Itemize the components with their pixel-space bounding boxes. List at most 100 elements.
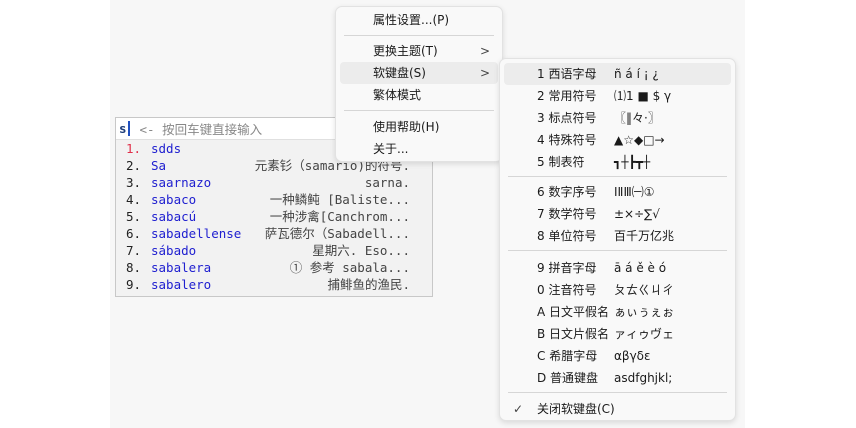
soft-keyboard-sample: ā á ě è ó [614, 261, 667, 275]
soft-keyboard-sample: asdfghjkl; [614, 371, 673, 385]
menu-item-label: 属性设置...(P) [373, 13, 450, 27]
menu-item-traditional[interactable]: 繁体模式 [340, 84, 498, 106]
menu-item-label: 软键盘(S) [373, 66, 426, 80]
soft-keyboard-label: 0 注音符号 [537, 283, 597, 297]
soft-keyboard-label: 8 单位符号 [537, 229, 597, 243]
soft-keyboard-item[interactable]: 2 常用符号 ⑴1 ■ $ γ [504, 85, 731, 107]
candidate-description: 一种涉禽[Canchrom... [269, 209, 410, 224]
menu-item-about[interactable]: 关于... [340, 138, 498, 160]
soft-keyboard-sample: ±×÷∑√ [614, 207, 660, 221]
soft-keyboard-item[interactable]: 1 西语字母 ñ á í ¡ ¿ [504, 63, 731, 85]
soft-keyboard-sample: ▲☆◆□→ [614, 133, 665, 147]
candidate-number: 4. [126, 192, 142, 207]
candidate-item[interactable]: 8. sabalera ① 参考 sabala... [116, 259, 432, 276]
candidate-list: 1. sdds 2. Sa 元素钐（samario)的符号. 3. saarnazo sarn… [116, 140, 432, 293]
candidate-description: 星期六. Eso... [312, 243, 410, 258]
candidate-item[interactable]: 7. sábado 星期六. Eso... [116, 242, 432, 259]
ime-context-menu: 属性设置...(P) 更换主题(T) > 软键盘(S) > 繁体模式 使用帮助(H)… [335, 6, 503, 162]
candidate-number: 7. [126, 243, 142, 258]
soft-keyboard-item[interactable]: 8 单位符号 百千万亿兆 [504, 225, 731, 247]
menu-separator [508, 250, 727, 251]
candidate-number: 5. [126, 209, 142, 224]
candidate-number: 1. [126, 141, 142, 156]
menu-separator [344, 35, 494, 36]
menu-item-label: 繁体模式 [373, 88, 422, 102]
composition-input[interactable]: s [119, 121, 130, 136]
candidate-word: sabacú [151, 209, 197, 224]
soft-keyboard-item[interactable]: A 日文平假名 ぁぃぅぇぉ [504, 301, 731, 323]
soft-keyboard-sample: ┓┼┣┳┼ [614, 155, 651, 169]
soft-keyboard-sample: ㄆㄊㄍㄐㄔ [614, 283, 675, 297]
candidate-number: 8. [126, 260, 142, 275]
soft-keyboard-sample: ぁぃぅぇぉ [614, 305, 675, 319]
close-soft-keyboard-item[interactable]: ✓ 关闭软键盘(C) [504, 398, 731, 420]
soft-keyboard-label: D 普通键盘 [537, 371, 599, 385]
soft-keyboard-item[interactable]: C 希腊字母 αβγδε [504, 345, 731, 367]
check-icon: ✓ [513, 402, 524, 416]
candidate-item[interactable]: 4. sabaco 一种鳞鲀 [Baliste... [116, 191, 432, 208]
candidate-word: sdds [151, 141, 182, 156]
soft-keyboard-item[interactable]: 9 拼音字母 ā á ě è ó [504, 257, 731, 279]
menu-item-label: 使用帮助(H) [373, 120, 440, 134]
soft-keyboard-item[interactable]: 7 数学符号 ±×÷∑√ [504, 203, 731, 225]
soft-keyboard-item[interactable]: B 日文片假名 ァィゥヴェ [504, 323, 731, 345]
menu-separator [344, 110, 494, 111]
soft-keyboard-label: 4 特殊符号 [537, 133, 597, 147]
menu-item-label: 更换主题(T) [373, 44, 438, 58]
candidate-number: 9. [126, 277, 142, 292]
soft-keyboard-item[interactable]: 3 标点符号 〖‖々·〗 [504, 107, 731, 129]
chevron-right-icon: > [479, 66, 490, 80]
soft-keyboard-label: C 希腊字母 [537, 349, 598, 363]
chevron-right-icon: > [479, 44, 490, 58]
candidate-word: sabadellense [151, 226, 242, 241]
menu-separator [508, 392, 727, 393]
menu-item-change-theme[interactable]: 更换主题(T) > [340, 40, 498, 62]
soft-keyboard-sample: 〖‖々·〗 [614, 111, 660, 125]
soft-keyboard-item[interactable]: 4 特殊符号 ▲☆◆□→ [504, 129, 731, 151]
soft-keyboard-label: B 日文片假名 [537, 327, 610, 341]
candidate-word: sabalero [151, 277, 212, 292]
candidate-item[interactable]: 3. saarnazo sarna. [116, 174, 432, 191]
candidate-item[interactable]: 6. sabadellense 萨瓦德尔（Sabadell... [116, 225, 432, 242]
candidate-number: 3. [126, 175, 142, 190]
soft-keyboard-label: A 日文平假名 [537, 305, 610, 319]
soft-keyboard-sample: ァィゥヴェ [614, 327, 675, 341]
soft-keyboard-sample: 百千万亿兆 [614, 229, 675, 243]
candidate-word: sabaco [151, 192, 197, 207]
soft-keyboard-item[interactable]: 5 制表符 ┓┼┣┳┼ [504, 151, 731, 173]
soft-keyboard-sample: ñ á í ¡ ¿ [614, 67, 659, 81]
candidate-word: sabalera [151, 260, 212, 275]
enter-hint: <- 按回车键直接输入 [139, 122, 263, 137]
soft-keyboard-sample: ⑴1 ■ $ γ [614, 89, 672, 103]
soft-keyboard-item[interactable]: 0 注音符号 ㄆㄊㄍㄐㄔ [504, 279, 731, 301]
candidate-word: saarnazo [151, 175, 212, 190]
menu-item-properties[interactable]: 属性设置...(P) [340, 9, 498, 31]
soft-keyboard-item[interactable]: 6 数字序号 ⅠⅡⅢ㈠① [504, 181, 731, 203]
candidate-number: 2. [126, 158, 142, 173]
soft-keyboard-label: 1 西语字母 [537, 67, 597, 81]
candidate-description: ① 参考 sabala... [289, 260, 410, 275]
candidate-word: Sa [151, 158, 167, 173]
menu-separator [508, 176, 727, 177]
soft-keyboard-label: 7 数学符号 [537, 207, 597, 221]
menu-item-soft-keyboard[interactable]: 软键盘(S) > [340, 62, 498, 84]
soft-keyboard-sample: αβγδε [614, 349, 651, 363]
menu-item-help[interactable]: 使用帮助(H) [340, 116, 498, 138]
candidate-item[interactable]: 9. sabalero 捕鲱鱼的渔民. [116, 276, 432, 293]
candidate-description: 捕鲱鱼的渔民. [327, 277, 410, 292]
soft-keyboard-label: 3 标点符号 [537, 111, 597, 125]
candidate-description: sarna. [364, 175, 410, 190]
soft-keyboard-label: 9 拼音字母 [537, 261, 597, 275]
candidate-description: 一种鳞鲀 [Baliste... [269, 192, 410, 207]
menu-item-label: 关闭软键盘(C) [537, 402, 615, 416]
candidate-word: sábado [151, 243, 197, 258]
candidate-item[interactable]: 5. sabacú 一种涉禽[Canchrom... [116, 208, 432, 225]
soft-keyboard-label: 6 数字序号 [537, 185, 597, 199]
soft-keyboard-submenu: 1 西语字母 ñ á í ¡ ¿ 2 常用符号 ⑴1 ■ $ γ 3 标点符号 〖‖々·〗… [499, 58, 736, 421]
soft-keyboard-label: 2 常用符号 [537, 89, 597, 103]
candidate-number: 6. [126, 226, 142, 241]
menu-item-label: 关于... [373, 142, 409, 156]
soft-keyboard-item[interactable]: D 普通键盘 asdfghjkl; [504, 367, 731, 389]
soft-keyboard-label: 5 制表符 [537, 155, 585, 169]
candidate-description: 萨瓦德尔（Sabadell... [264, 226, 410, 241]
